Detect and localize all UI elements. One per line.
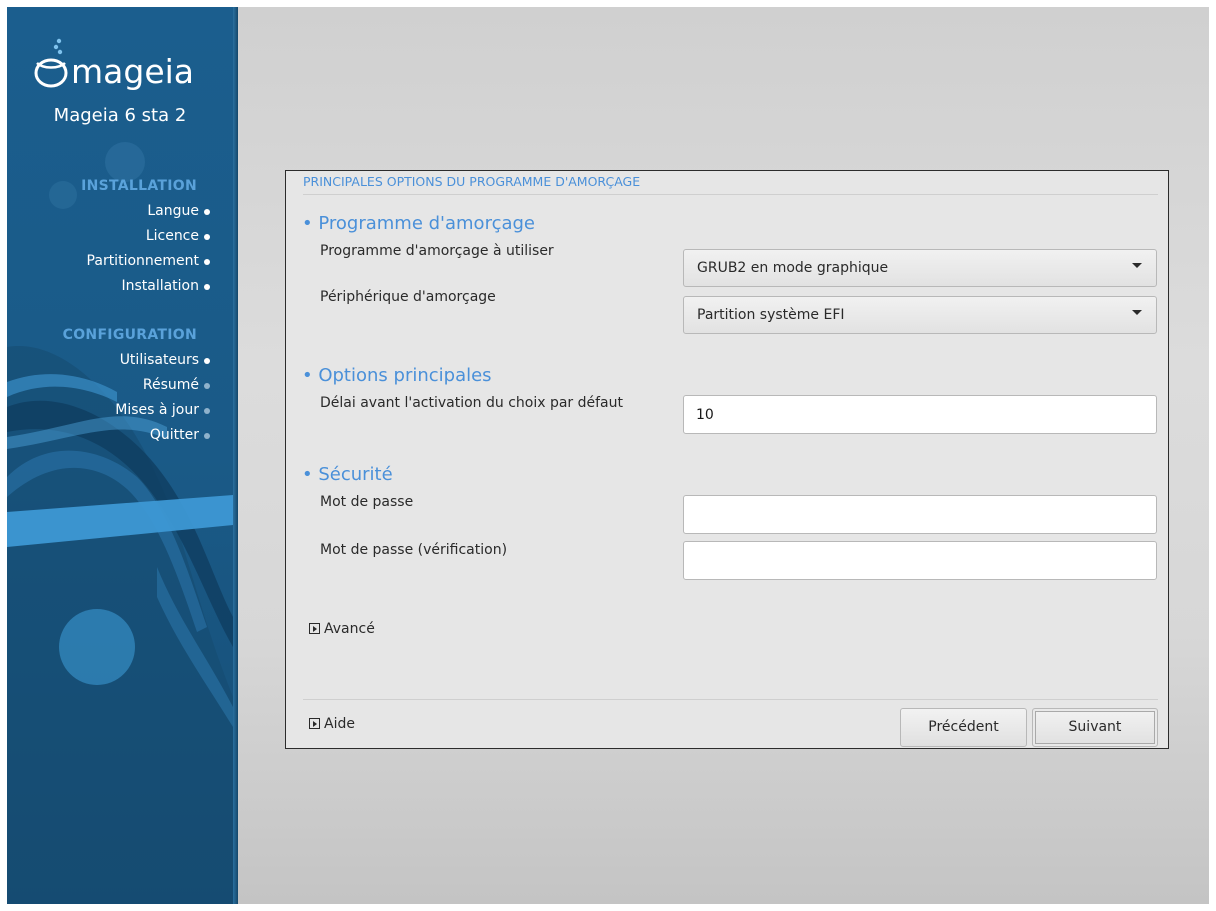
- boot-device-label: Périphérique d'amorçage: [320, 289, 496, 305]
- boot-device-select[interactable]: Partition système EFI: [683, 296, 1157, 334]
- status-dot-icon: [204, 234, 210, 240]
- password-label: Mot de passe: [320, 494, 414, 510]
- bootloader-options-dialog: PRINCIPALES OPTIONS DU PROGRAMME D'AMORÇ…: [285, 170, 1169, 749]
- advanced-label: Avancé: [324, 621, 375, 637]
- footer-divider: [303, 699, 1158, 700]
- status-dot-icon: [204, 433, 210, 439]
- delay-label: Délai avant l'activation du choix par dé…: [320, 395, 623, 411]
- expander-arrow-icon: [309, 718, 320, 729]
- sidebar-item-installation[interactable]: Installation: [121, 278, 199, 294]
- delay-input[interactable]: [683, 395, 1157, 434]
- status-dot-icon: [204, 358, 210, 364]
- sidebar-item-quitter[interactable]: Quitter: [150, 427, 199, 443]
- title-divider: [303, 194, 1158, 195]
- group-heading-security: • Sécurité: [302, 464, 393, 485]
- sidebar-item-mises-a-jour[interactable]: Mises à jour: [115, 402, 199, 418]
- status-dot-icon: [204, 259, 210, 265]
- status-dot-icon: [204, 408, 210, 414]
- sidebar-item-utilisateurs[interactable]: Utilisateurs: [120, 352, 199, 368]
- password-field[interactable]: [683, 495, 1157, 534]
- password-check-label: Mot de passe (vérification): [320, 542, 508, 558]
- bootloader-select[interactable]: GRUB2 en mode graphique: [683, 249, 1157, 287]
- status-dot-icon: [204, 209, 210, 215]
- svg-text:mageia: mageia: [71, 52, 194, 91]
- sidebar-item-partitionnement[interactable]: Partitionnement: [87, 253, 199, 269]
- bootloader-select-value: GRUB2 en mode graphique: [697, 260, 889, 276]
- sidebar-item-resume[interactable]: Résumé: [143, 377, 199, 393]
- sidebar: mageia Mageia 6 sta 2 INSTALLATION Langu…: [7, 7, 233, 904]
- password-check-field[interactable]: [683, 541, 1157, 580]
- version-label: Mageia 6 sta 2: [53, 105, 187, 126]
- dropdown-arrow-icon: [1132, 263, 1142, 268]
- group-heading-bootloader: • Programme d'amorçage: [302, 213, 535, 234]
- help-expander[interactable]: Aide: [309, 716, 355, 732]
- sidebar-item-langue[interactable]: Langue: [147, 203, 199, 219]
- bootloader-label: Programme d'amorçage à utiliser: [320, 243, 554, 259]
- dropdown-arrow-icon: [1132, 310, 1142, 315]
- boot-device-select-value: Partition système EFI: [697, 307, 845, 323]
- section-configuration-heading: CONFIGURATION: [62, 327, 197, 343]
- status-dot-icon: [204, 284, 210, 290]
- help-label: Aide: [324, 716, 355, 732]
- expander-arrow-icon: [309, 623, 320, 634]
- previous-button[interactable]: Précédent: [900, 708, 1027, 747]
- mageia-logo: mageia: [31, 35, 216, 99]
- sidebar-item-licence[interactable]: Licence: [146, 228, 199, 244]
- sidebar-background: [7, 7, 233, 904]
- next-button[interactable]: Suivant: [1032, 708, 1158, 747]
- section-installation-heading: INSTALLATION: [81, 178, 197, 194]
- dialog-title: PRINCIPALES OPTIONS DU PROGRAMME D'AMORÇ…: [303, 174, 641, 189]
- advanced-expander[interactable]: Avancé: [309, 621, 375, 637]
- group-heading-main-options: • Options principales: [302, 365, 492, 386]
- status-dot-icon: [204, 383, 210, 389]
